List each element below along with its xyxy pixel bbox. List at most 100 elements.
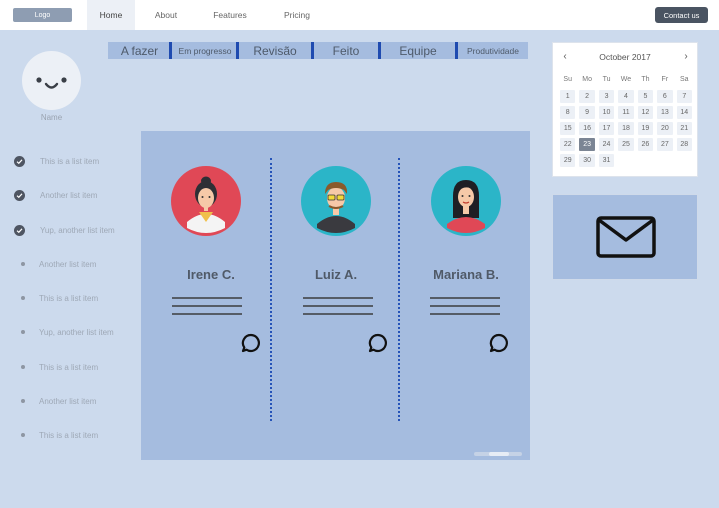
calendar-weekday: Sa <box>680 76 689 83</box>
tab-revisao[interactable]: Revisão <box>239 42 311 59</box>
list-item[interactable]: Another list item <box>12 257 96 271</box>
member-name: Irene C. <box>187 267 235 282</box>
bullet-icon <box>21 330 25 334</box>
calendar-day[interactable]: 21 <box>676 122 692 135</box>
bullet-icon <box>21 365 25 369</box>
calendar-weekday: Mo <box>582 76 592 83</box>
nav-home[interactable]: Home <box>87 0 135 30</box>
chat-bubble-icon[interactable] <box>488 332 510 354</box>
calendar-day[interactable]: 2 <box>579 90 595 103</box>
mail-card[interactable] <box>552 194 698 280</box>
calendar-month: October 2017 <box>599 51 651 62</box>
calendar-day[interactable]: 11 <box>618 106 634 119</box>
calendar-day[interactable]: 29 <box>560 154 576 167</box>
chat-bubble-icon[interactable] <box>240 332 262 354</box>
tab-em-progresso[interactable]: Em progresso <box>172 42 238 59</box>
calendar-day[interactable]: 3 <box>598 90 615 103</box>
calendar-day[interactable]: 15 <box>560 122 576 135</box>
calendar-day[interactable]: 16 <box>579 122 595 135</box>
calendar-weekday: We <box>620 76 632 83</box>
member-name: Luiz A. <box>314 267 358 282</box>
calendar-day[interactable]: 19 <box>637 122 654 135</box>
check-circle-icon <box>14 224 25 236</box>
calendar-day[interactable]: 17 <box>598 122 615 135</box>
team-member-card[interactable]: Mariana B. <box>401 166 531 356</box>
list-item-label: This is a list item <box>40 156 100 166</box>
calendar-day[interactable]: 30 <box>579 154 595 167</box>
member-photo <box>431 166 501 236</box>
bullet-icon <box>21 433 25 437</box>
calendar-day[interactable]: 9 <box>579 106 595 119</box>
bullet-icon <box>21 399 25 403</box>
list-item-label: Another list item <box>39 396 97 406</box>
calendar-day[interactable]: 31 <box>598 154 615 167</box>
calendar-day[interactable]: 25 <box>618 138 634 151</box>
scrollbar-thumb[interactable] <box>489 452 509 456</box>
calendar-weekday: Su <box>563 76 572 83</box>
list-item[interactable]: This is a list item <box>12 428 98 442</box>
nav-about[interactable]: About <box>145 0 187 30</box>
calendar-day[interactable]: 10 <box>598 106 615 119</box>
tab-feito[interactable]: Feito <box>314 42 378 59</box>
logo[interactable]: Logo <box>13 8 72 22</box>
calendar-day[interactable]: 1 <box>560 90 576 103</box>
list-item-label: This is a list item <box>39 362 99 372</box>
check-circle-icon <box>14 155 25 167</box>
chat-bubble-icon[interactable] <box>367 332 389 354</box>
member-name: Mariana B. <box>433 267 499 282</box>
list-item[interactable]: This is a list item <box>12 291 98 305</box>
list-item-label: Another list item <box>40 190 98 200</box>
tab-bar: A fazer Em progresso Revisão Feito Equip… <box>108 42 528 59</box>
calendar-day[interactable]: 28 <box>676 138 692 151</box>
tab-produtividade[interactable]: Produtividade <box>458 42 528 59</box>
nav-features[interactable]: Features <box>203 0 257 30</box>
list-item[interactable]: This is a list item <box>12 360 98 374</box>
calendar-day[interactable]: 20 <box>657 122 673 135</box>
team-member-card[interactable]: Luiz A. <box>271 166 401 356</box>
list-item-label: This is a list item <box>39 293 99 303</box>
calendar-grid: Su Mo Tu We Th Fr Sa 1 2 3 4 5 6 7 8 9 10 11 12 13 14 15 16 17 1… <box>558 73 694 167</box>
bullet-icon <box>21 262 25 266</box>
bullet-icon <box>21 296 25 300</box>
calendar-day-selected[interactable]: 23 <box>579 138 595 151</box>
list-item[interactable]: Another list item <box>12 394 96 408</box>
member-photo <box>301 166 371 236</box>
woman-avatar-icon <box>171 166 241 236</box>
calendar-day[interactable]: 24 <box>598 138 615 151</box>
man-avatar-icon <box>301 166 371 236</box>
list-item[interactable]: Yup, another list item <box>12 223 115 237</box>
list-item[interactable]: Yup, another list item <box>12 325 114 339</box>
tab-a-fazer[interactable]: A fazer <box>108 42 171 59</box>
list-item[interactable]: This is a list item <box>12 154 99 168</box>
list-item-label: Yup, another list item <box>40 225 115 235</box>
list-item-label: This is a list item <box>39 430 99 440</box>
smiley-face-icon <box>36 77 67 89</box>
list-item-label: Another list item <box>39 259 97 269</box>
envelope-icon[interactable] <box>596 216 656 260</box>
chevron-right-icon[interactable]: › <box>679 49 693 63</box>
calendar-weekday: Th <box>641 76 650 83</box>
contact-button[interactable]: Contact us <box>655 7 708 23</box>
calendar-day[interactable]: 12 <box>637 106 654 119</box>
list-item[interactable]: Another list item <box>12 188 97 202</box>
calendar-day[interactable]: 18 <box>618 122 634 135</box>
calendar-day[interactable]: 5 <box>637 90 654 103</box>
team-member-card[interactable]: Irene C. <box>146 166 276 356</box>
avatar[interactable] <box>22 51 81 110</box>
member-text-lines <box>303 297 373 321</box>
calendar-day[interactable]: 14 <box>676 106 692 119</box>
calendar-day[interactable]: 4 <box>618 90 634 103</box>
calendar-day[interactable]: 13 <box>657 106 673 119</box>
member-text-lines <box>430 297 500 321</box>
calendar-day[interactable]: 7 <box>676 90 692 103</box>
tab-equipe[interactable]: Equipe <box>381 42 455 59</box>
calendar-day[interactable]: 27 <box>657 138 673 151</box>
calendar-day[interactable]: 22 <box>560 138 576 151</box>
calendar-day[interactable]: 6 <box>657 90 673 103</box>
nav-pricing[interactable]: Pricing <box>275 0 319 30</box>
member-text-lines <box>172 297 242 321</box>
calendar-day[interactable]: 26 <box>637 138 654 151</box>
calendar: ‹ October 2017 › Su Mo Tu We Th Fr Sa 1 2 3 4 5 6 7 8 9… <box>552 42 698 177</box>
calendar-day[interactable]: 8 <box>560 106 576 119</box>
calendar-weekday: Fr <box>661 76 669 83</box>
